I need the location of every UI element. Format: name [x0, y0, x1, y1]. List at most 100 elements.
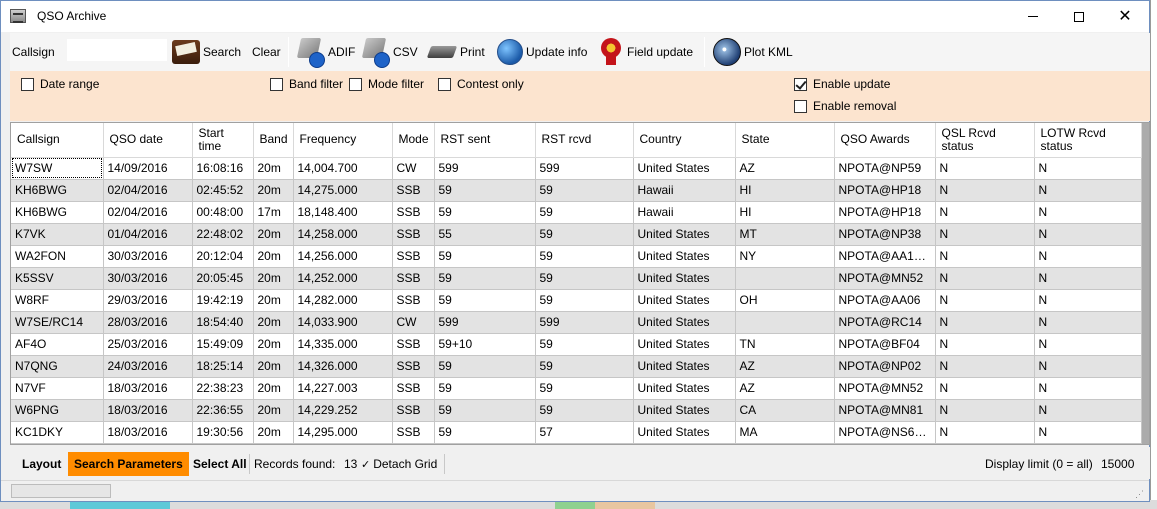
enable-removal-checkbox[interactable]: Enable removal: [794, 99, 896, 113]
table-cell[interactable]: 14/09/2016: [103, 157, 193, 180]
table-cell[interactable]: HI: [735, 179, 835, 202]
table-cell[interactable]: 02/04/2016: [103, 179, 193, 202]
table-cell[interactable]: 55: [434, 223, 536, 246]
table-cell[interactable]: N: [1034, 289, 1142, 312]
table-cell[interactable]: 59: [535, 355, 634, 378]
table-cell[interactable]: 59: [434, 201, 536, 224]
table-cell[interactable]: SSB: [392, 399, 435, 422]
column-header[interactable]: QSO date: [103, 123, 193, 158]
column-header[interactable]: Band: [253, 123, 294, 158]
table-cell[interactable]: 22:38:23: [192, 377, 254, 400]
table-cell[interactable]: 28/03/2016: [103, 311, 193, 334]
table-cell[interactable]: AZ: [735, 157, 835, 180]
table-cell[interactable]: 14,227.003: [293, 377, 393, 400]
table-cell[interactable]: N: [1034, 201, 1142, 224]
table-cell[interactable]: N: [1034, 355, 1142, 378]
table-cell[interactable]: 20m: [253, 399, 294, 422]
table-cell[interactable]: 59: [535, 399, 634, 422]
table-cell[interactable]: CA: [735, 399, 835, 422]
table-cell[interactable]: N: [935, 311, 1035, 334]
table-cell[interactable]: 02/04/2016: [103, 201, 193, 224]
table-cell[interactable]: 59+10: [434, 333, 536, 356]
table-cell[interactable]: MT: [735, 223, 835, 246]
column-header[interactable]: RST rcvd: [535, 123, 634, 158]
table-cell[interactable]: SSB: [392, 201, 435, 224]
table-cell[interactable]: 59: [434, 245, 536, 268]
table-cell[interactable]: United States: [633, 377, 736, 400]
table-cell[interactable]: 59: [535, 289, 634, 312]
table-cell[interactable]: NPOTA@AA17;...: [834, 245, 936, 268]
table-cell[interactable]: K5SSV: [11, 267, 104, 290]
table-cell[interactable]: 29/03/2016: [103, 289, 193, 312]
table-cell[interactable]: 59: [535, 223, 634, 246]
table-cell[interactable]: 19:42:19: [192, 289, 254, 312]
table-cell[interactable]: United States: [633, 421, 736, 444]
table-cell[interactable]: NPOTA@NS65;...: [834, 421, 936, 444]
table-cell[interactable]: HI: [735, 201, 835, 224]
table-cell[interactable]: Hawaii: [633, 179, 736, 202]
table-cell[interactable]: 16:08:16: [192, 157, 254, 180]
table-cell[interactable]: 59: [434, 421, 536, 444]
table-cell[interactable]: N: [1034, 223, 1142, 246]
table-cell[interactable]: SSB: [392, 377, 435, 400]
table-cell[interactable]: 20m: [253, 267, 294, 290]
table-cell[interactable]: N: [1034, 267, 1142, 290]
table-cell[interactable]: AZ: [735, 355, 835, 378]
table-cell[interactable]: 599: [535, 157, 634, 180]
table-cell[interactable]: N: [935, 355, 1035, 378]
table-cell[interactable]: 599: [535, 311, 634, 334]
minimize-button[interactable]: [1010, 1, 1056, 32]
table-cell[interactable]: 19:30:56: [192, 421, 254, 444]
resize-grip-icon[interactable]: ⋰: [1135, 489, 1145, 499]
plot-kml-button[interactable]: Plot KML: [713, 33, 793, 71]
table-cell[interactable]: N: [1034, 421, 1142, 444]
table-cell[interactable]: N7QNG: [11, 355, 104, 378]
column-header[interactable]: Start time: [192, 123, 254, 158]
table-cell[interactable]: United States: [633, 355, 736, 378]
field-update-button[interactable]: Field update: [598, 33, 693, 71]
table-cell[interactable]: NY: [735, 245, 835, 268]
table-cell[interactable]: 59: [535, 179, 634, 202]
mode-filter-checkbox[interactable]: Mode filter: [349, 77, 424, 91]
callsign-input[interactable]: [67, 39, 167, 61]
table-cell[interactable]: N: [935, 399, 1035, 422]
table-cell[interactable]: N: [1034, 245, 1142, 268]
table-cell[interactable]: 59: [434, 377, 536, 400]
column-header[interactable]: Country: [633, 123, 736, 158]
table-cell[interactable]: United States: [633, 289, 736, 312]
table-cell[interactable]: 57: [535, 421, 634, 444]
table-cell[interactable]: 30/03/2016: [103, 267, 193, 290]
table-cell[interactable]: 18:54:40: [192, 311, 254, 334]
table-cell[interactable]: NPOTA@BF04: [834, 333, 936, 356]
table-cell[interactable]: NPOTA@MN81: [834, 399, 936, 422]
table-row[interactable]: W7SW 14/09/2016 16:08:16 20m 14,004.700 CW 599…: [11, 157, 1142, 180]
table-cell[interactable]: 17m: [253, 201, 294, 224]
table-cell[interactable]: TN: [735, 333, 835, 356]
table-cell[interactable]: 20m: [253, 421, 294, 444]
table-cell[interactable]: NPOTA@NP38: [834, 223, 936, 246]
table-cell[interactable]: [735, 311, 835, 334]
table-cell[interactable]: N: [935, 201, 1035, 224]
table-cell[interactable]: United States: [633, 399, 736, 422]
table-cell[interactable]: W7SW: [11, 157, 104, 180]
enable-update-checkbox[interactable]: Enable update: [794, 77, 890, 91]
table-cell[interactable]: N: [935, 377, 1035, 400]
table-cell[interactable]: United States: [633, 157, 736, 180]
table-cell[interactable]: SSB: [392, 267, 435, 290]
table-cell[interactable]: 02:45:52: [192, 179, 254, 202]
table-cell[interactable]: N: [935, 179, 1035, 202]
table-cell[interactable]: N: [935, 223, 1035, 246]
table-cell[interactable]: SSB: [392, 289, 435, 312]
column-header[interactable]: LOTW Rcvd status: [1034, 123, 1142, 158]
table-cell[interactable]: W6PNG: [11, 399, 104, 422]
table-cell[interactable]: 14,004.700: [293, 157, 393, 180]
table-cell[interactable]: WA2FON: [11, 245, 104, 268]
table-cell[interactable]: N: [1034, 311, 1142, 334]
table-cell[interactable]: 20m: [253, 289, 294, 312]
table-cell[interactable]: NPOTA@HP18: [834, 179, 936, 202]
table-cell[interactable]: 18:25:14: [192, 355, 254, 378]
table-cell[interactable]: N: [935, 333, 1035, 356]
table-cell[interactable]: 15:49:09: [192, 333, 254, 356]
table-cell[interactable]: 20m: [253, 377, 294, 400]
table-cell[interactable]: N: [1034, 377, 1142, 400]
